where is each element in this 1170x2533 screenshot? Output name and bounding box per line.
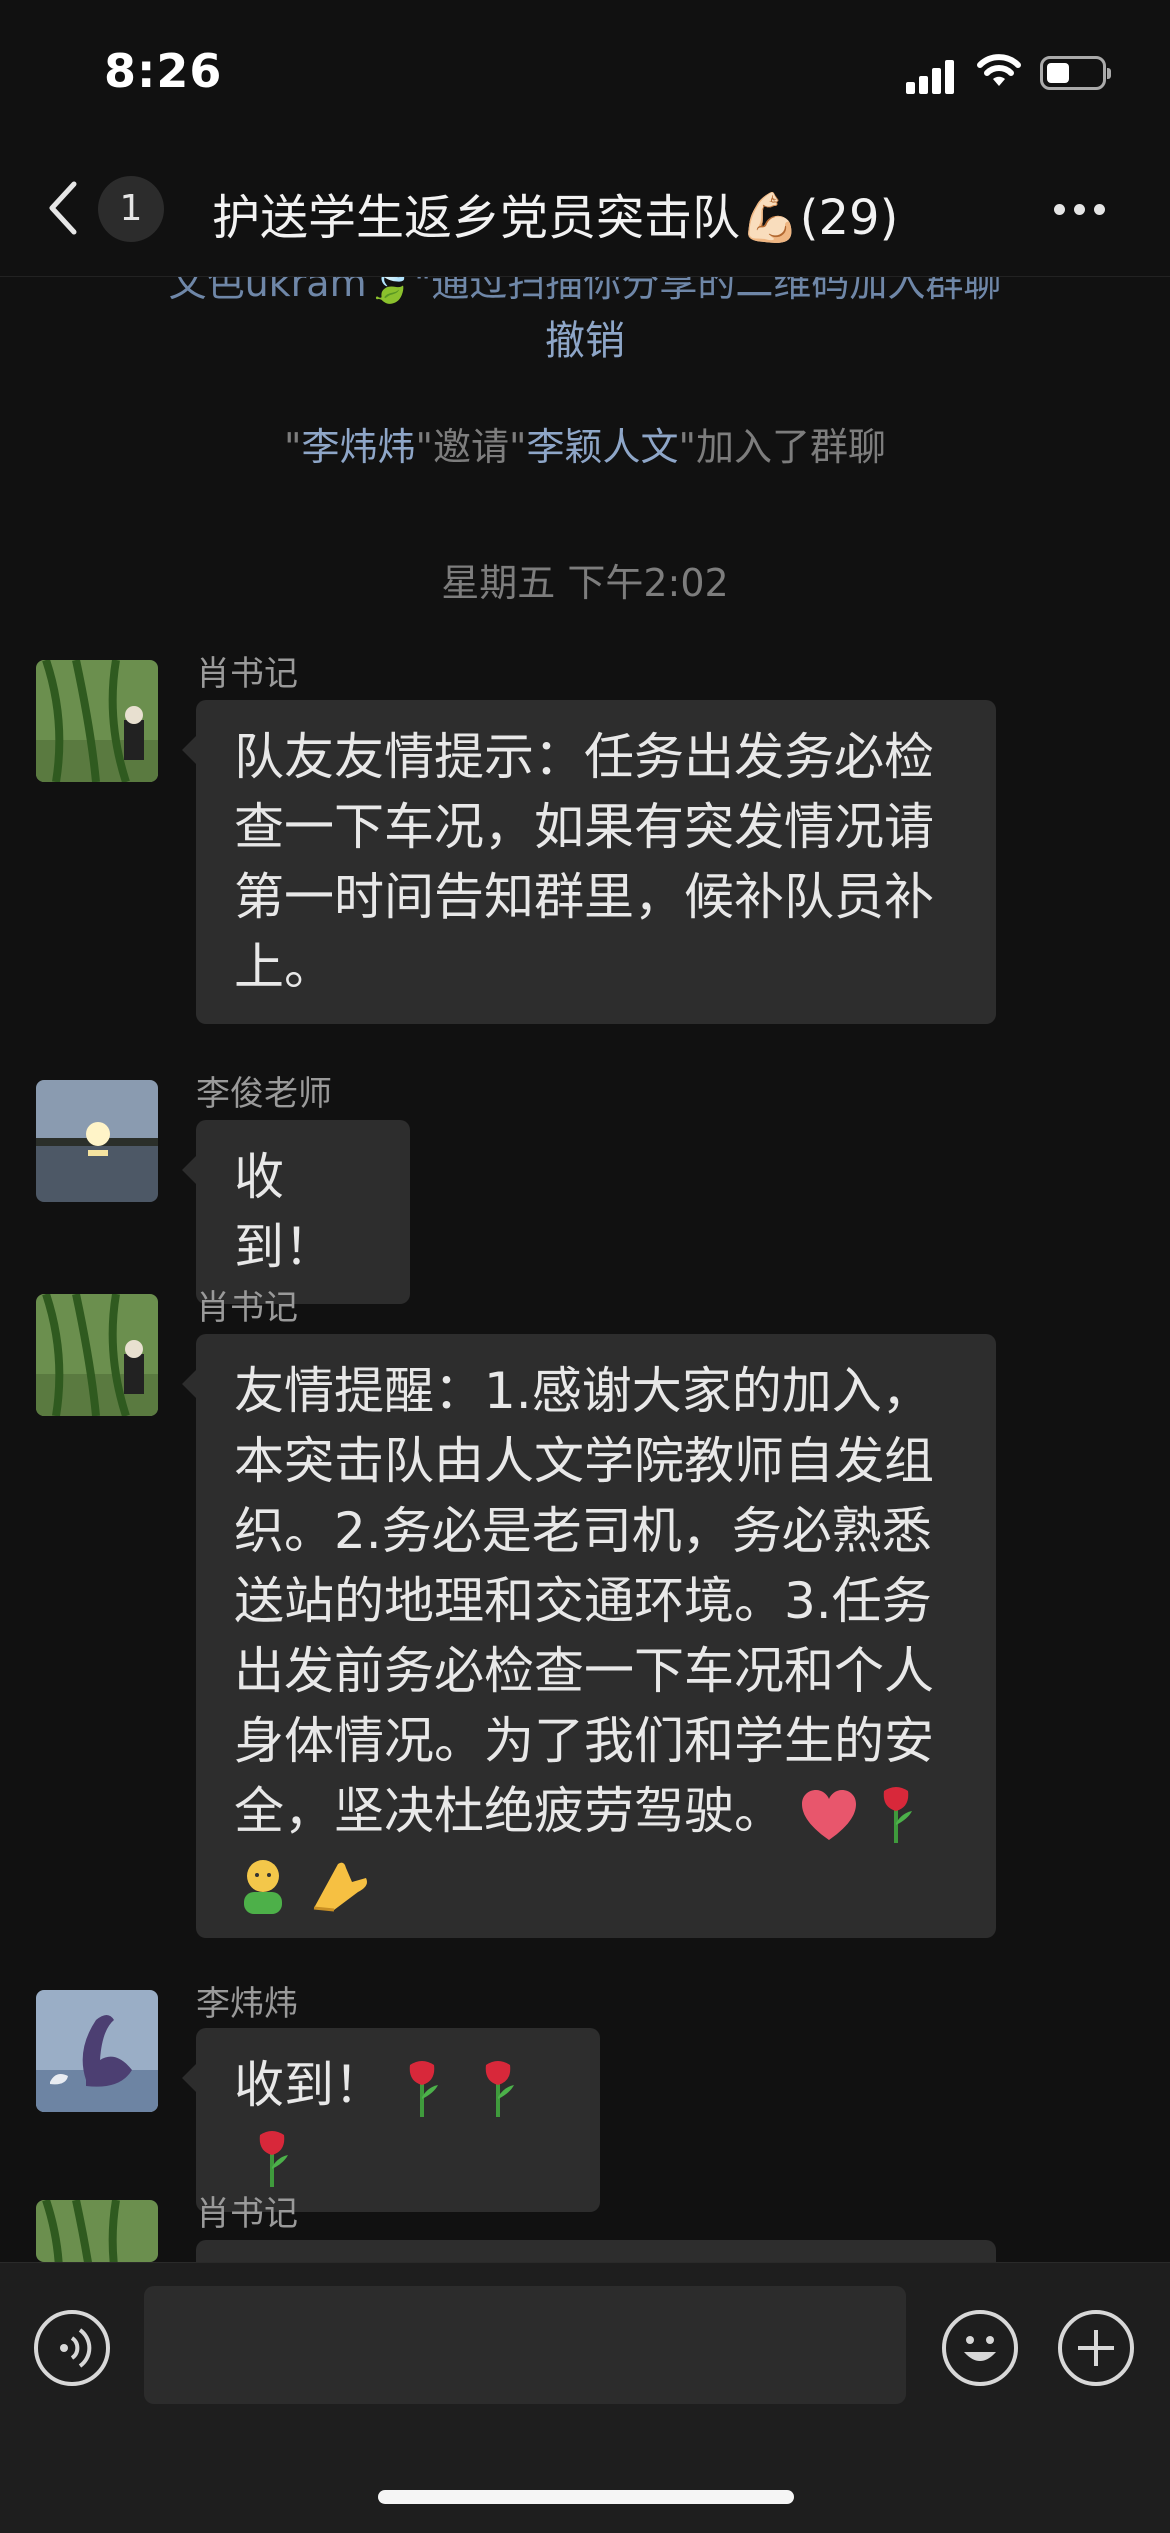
message-line: 收到！ <box>234 2056 384 2114</box>
wifi-icon <box>977 54 1021 86</box>
more-functions-button[interactable] <box>1058 2310 1134 2386</box>
sender-name: 肖书记 <box>196 2194 298 2234</box>
heart-icon <box>801 1789 856 1840</box>
emoji-button[interactable] <box>942 2310 1018 2386</box>
inviter-link[interactable]: 李炜炜 <box>302 425 416 469</box>
smiley-icon <box>964 2336 996 2361</box>
message-bubble[interactable]: 队友友情提示：任务出发务必检 查一下车况，如果有突发情况请 第一时间告知群里，候… <box>182 700 996 1024</box>
unread-count-badge[interactable]: 1 <box>98 176 164 242</box>
emoji-line <box>234 1846 958 1916</box>
join-notice: "李炜炜"邀请"李颖人文"加入了群聊 <box>0 416 1170 471</box>
message-line: 收到！ <box>234 1148 334 1276</box>
status-time: 8:26 <box>104 44 223 98</box>
back-chevron-icon[interactable] <box>44 178 84 238</box>
message-bubble[interactable]: 收到！ <box>182 2028 600 2212</box>
swan-avatar <box>36 1990 158 2112</box>
sender-name: 李炜炜 <box>196 1984 298 2024</box>
avatar[interactable] <box>36 660 158 782</box>
message-line: 友情提醒：1.感谢大家的加入， <box>234 1362 932 1420</box>
sender-name: 肖书记 <box>196 654 298 694</box>
rose-icon <box>883 1786 912 1843</box>
willow-tree-avatar <box>36 1294 158 1416</box>
message-bubble[interactable]: 友情提醒：1.感谢大家的加入， 本突击队由人文学院教师自发组 织。2.务必是老司… <box>182 1334 996 1938</box>
message-input[interactable] <box>144 2286 906 2404</box>
message-line: 队友友情提示：任务出发务必检 <box>234 728 934 786</box>
avatar[interactable] <box>36 2200 158 2262</box>
invitee-link[interactable]: 李颖人文 <box>526 425 678 469</box>
sender-name: 肖书记 <box>196 1288 298 1328</box>
message-line: 织。2.务必是老司机，务必熟悉 <box>234 1502 932 1560</box>
sunset-lake-avatar <box>36 1080 158 1202</box>
revoke-link[interactable]: 撤销 <box>0 308 1170 366</box>
chat-title: 护送学生返乡党员突击队💪🏻(29) <box>212 190 899 246</box>
voice-icon <box>60 2328 92 2368</box>
voice-input-button[interactable] <box>34 2310 110 2386</box>
clap-icon <box>313 1862 367 1911</box>
invite-text: "邀请" <box>415 425 527 469</box>
quote: " <box>284 425 302 469</box>
message-line: 出发前务必检查一下车况和个人 <box>234 1642 934 1700</box>
message-bubble[interactable]: 收到！ <box>182 1120 410 1304</box>
rose-icon <box>409 2060 438 2117</box>
avatar[interactable] <box>36 1990 158 2112</box>
message-line: 上。 <box>234 938 334 996</box>
avatar[interactable] <box>36 1080 158 1202</box>
message-bubble[interactable] <box>196 2240 996 2262</box>
message-line: 本突击队由人文学院教师自发组 <box>234 1432 934 1490</box>
message-line-with-emoji: 全，坚决杜绝疲劳驾驶。 <box>234 1776 958 1846</box>
plus-icon <box>1078 2330 1114 2366</box>
message-line: 身体情况。为了我们和学生的安 <box>234 1712 934 1770</box>
message-line: 查一下车况，如果有突发情况请 <box>234 798 934 856</box>
person-icon <box>244 1859 282 1914</box>
message-line: 全，坚决杜绝疲劳驾驶。 <box>234 1782 784 1840</box>
avatar[interactable] <box>36 1294 158 1416</box>
rose-icon <box>485 2060 514 2117</box>
joined-text: "加入了群聊 <box>678 425 886 469</box>
rose-icon <box>259 2130 288 2187</box>
more-options-icon[interactable] <box>1054 200 1114 219</box>
message-line: 第一时间告知群里，候补队员补 <box>234 868 934 926</box>
battery-icon <box>1040 56 1111 90</box>
chat-timestamp: 星期五 下午2:02 <box>441 561 729 605</box>
willow-tree-avatar <box>36 660 158 782</box>
willow-tree-avatar <box>36 2200 158 2262</box>
message-line: 送站的地理和交通环境。3.任务 <box>234 1572 932 1630</box>
cellular-signal-icon <box>906 58 954 94</box>
sender-name: 李俊老师 <box>196 1074 332 1114</box>
home-indicator <box>378 2490 794 2504</box>
